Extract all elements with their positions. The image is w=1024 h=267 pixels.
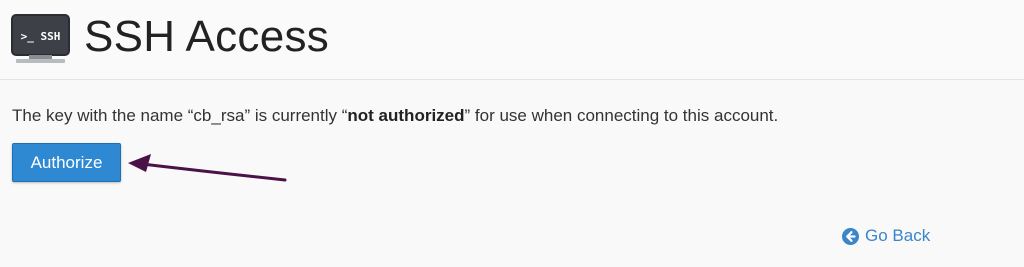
terminal-icon-label: >_ SSH (21, 30, 61, 43)
page-title: SSH Access (84, 12, 330, 61)
message-suffix: ” for use when connecting to this accoun… (464, 106, 779, 125)
terminal-icon: >_ SSH (11, 14, 70, 63)
status-text: not authorized (347, 106, 465, 125)
arrow-circle-left-icon (842, 227, 859, 245)
key-status-message: The key with the name “cb_rsa” is curren… (12, 106, 778, 126)
go-back-label: Go Back (865, 226, 931, 245)
page-header: >_ SSH SSH Access (0, 0, 1024, 80)
go-back-link[interactable]: Go Back (842, 225, 930, 247)
message-prefix: The key with the name “cb_rsa” is curren… (12, 106, 348, 125)
authorize-button[interactable]: Authorize (12, 143, 121, 182)
